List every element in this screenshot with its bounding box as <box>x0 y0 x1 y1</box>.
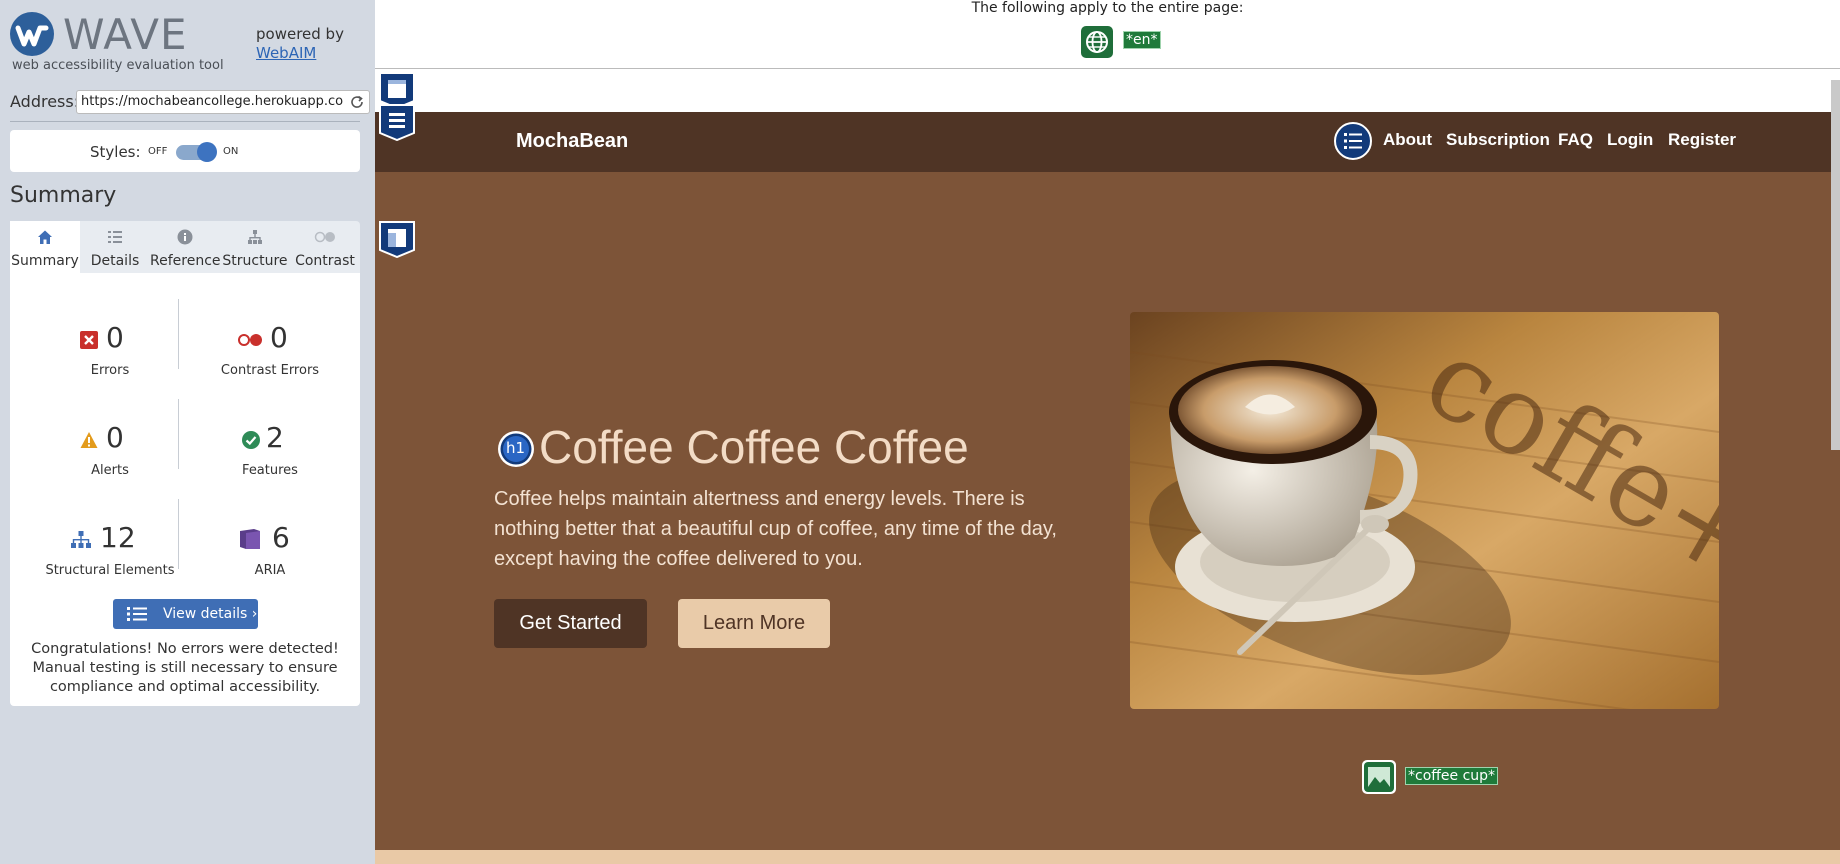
view-details-label: View details › <box>163 606 258 622</box>
coffee-cup-image: coffe+ <box>1130 312 1719 709</box>
page-scrollbar[interactable] <box>1831 80 1840 450</box>
powered-by: powered by WebAIM <box>256 25 344 63</box>
language-label: *en* <box>1123 31 1161 49</box>
alerts-count: 0 <box>106 421 124 454</box>
contrast-errors-label: Contrast Errors <box>220 363 320 378</box>
stat-divider <box>178 499 179 569</box>
site-navbar: MochaBean About Subscription FAQ Login R… <box>375 104 1840 172</box>
wave-logo-text: WAVE <box>63 10 188 59</box>
wave-tabs: Summary Details Reference Structure Cont… <box>10 221 360 273</box>
errors-count: 0 <box>106 321 124 354</box>
list-icon <box>108 231 122 243</box>
image-alt-icon[interactable] <box>1362 760 1396 794</box>
structure-icon <box>71 531 91 548</box>
toggle-knob[interactable] <box>197 142 217 162</box>
webaim-link[interactable]: WebAIM <box>256 44 316 62</box>
congrats-message: Congratulations! No errors were detected… <box>31 641 339 695</box>
wave-sidebar: WAVE web accessibility evaluation tool p… <box>0 0 375 864</box>
aria-label: ARIA <box>254 563 286 578</box>
features-label: Features <box>242 463 298 478</box>
website-preview: The following apply to the entire page: … <box>375 0 1840 864</box>
features-count: 2 <box>266 421 284 454</box>
alert-icon <box>80 432 98 448</box>
powered-by-text: powered by <box>256 25 344 43</box>
footer-strip <box>375 850 1840 864</box>
tab-contrast[interactable]: Contrast <box>290 221 360 273</box>
contrast-errors-count: 0 <box>270 321 288 354</box>
tab-details-label: Details <box>90 253 140 269</box>
language-globe-icon[interactable] <box>1081 26 1113 58</box>
contrast-icon <box>314 231 335 243</box>
hierarchy-icon <box>248 230 262 244</box>
nav-login[interactable]: Login <box>1607 130 1653 150</box>
nav-faq[interactable]: FAQ <box>1558 130 1593 150</box>
toggle-on-label: ON <box>223 146 239 157</box>
main-region-icon[interactable] <box>378 220 416 258</box>
alerts-label: Alerts <box>91 463 129 478</box>
structural-count: 12 <box>100 521 136 554</box>
tab-structure[interactable]: Structure <box>220 221 290 273</box>
learn-more-button[interactable]: Learn More <box>678 599 830 648</box>
h1-badge-label: h1 <box>506 439 526 457</box>
summary-panel: 0 Errors 0 Contrast Errors 0 Alerts 2 Fe… <box>10 273 360 706</box>
tab-summary-label: Summary <box>11 253 79 269</box>
info-icon <box>177 229 193 245</box>
address-input[interactable] <box>81 94 343 109</box>
styles-toggle-box: Styles: OFF ON <box>10 130 360 172</box>
address-box <box>76 90 370 114</box>
list-icon <box>127 607 147 621</box>
tab-reference[interactable]: Reference <box>150 221 221 273</box>
tab-reference-label: Reference <box>150 253 221 269</box>
wave-logo-subtitle: web accessibility evaluation tool <box>12 58 224 73</box>
summary-heading: Summary <box>10 183 117 208</box>
tab-details[interactable]: Details <box>80 221 150 273</box>
styles-label: Styles: <box>90 143 141 161</box>
tab-summary[interactable]: Summary <box>10 221 80 273</box>
nav-register[interactable]: Register <box>1668 130 1736 150</box>
address-bar: Address: <box>10 90 370 114</box>
stat-divider <box>178 299 179 369</box>
hero-section: h1 Coffee Coffee Coffee Coffee helps mai… <box>375 172 1840 850</box>
nav-subscription[interactable]: Subscription <box>1446 130 1550 150</box>
feature-check-icon <box>242 431 260 449</box>
page-wide-notice: The following apply to the entire page: … <box>375 0 1840 69</box>
brand-logo[interactable]: MochaBean <box>516 130 628 153</box>
page-notice-text: The following apply to the entire page: <box>971 0 1244 16</box>
view-details-button[interactable]: View details › <box>113 599 258 629</box>
get-started-button[interactable]: Get Started <box>494 599 647 648</box>
refresh-icon[interactable] <box>349 94 365 110</box>
tab-contrast-label: Contrast <box>295 253 355 269</box>
structural-label: Structural Elements <box>45 563 175 578</box>
wave-logo-icon <box>10 12 54 56</box>
divider <box>10 121 360 122</box>
image-alt-label: *coffee cup* <box>1405 767 1499 785</box>
list-structure-icon[interactable] <box>1334 122 1372 160</box>
tab-structure-label: Structure <box>222 253 288 269</box>
toggle-off-label: OFF <box>148 146 168 157</box>
contrast-error-icon <box>238 334 262 346</box>
aria-icon <box>240 529 260 549</box>
errors-label: Errors <box>90 363 130 378</box>
home-icon <box>38 230 52 244</box>
nav-about[interactable]: About <box>1383 130 1432 150</box>
navigation-region-icon[interactable] <box>378 103 416 141</box>
aria-count: 6 <box>272 521 290 554</box>
coffee-photo: coffe+ <box>1130 312 1719 709</box>
stat-divider <box>178 399 179 469</box>
error-icon <box>80 331 98 349</box>
hero-heading: Coffee Coffee Coffee <box>539 421 969 473</box>
hero-description: Coffee helps maintain altertness and ene… <box>494 488 1057 570</box>
address-label: Address: <box>10 92 80 111</box>
